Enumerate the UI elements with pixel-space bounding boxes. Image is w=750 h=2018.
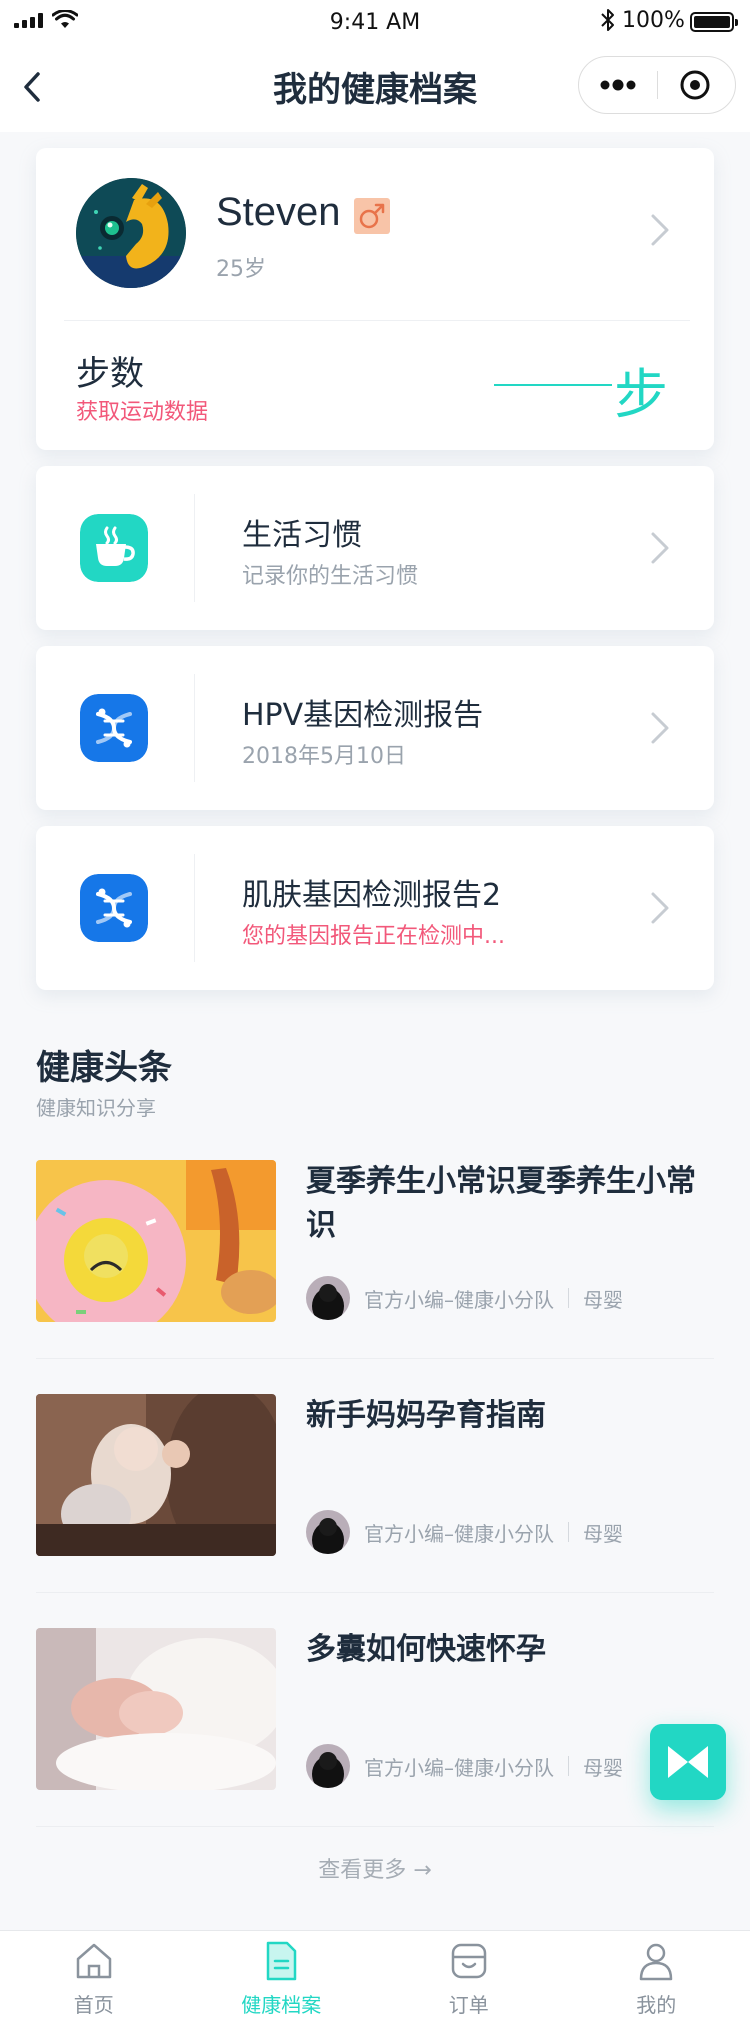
news-thumbnail xyxy=(36,1628,276,1790)
tab-label: 首页 xyxy=(73,1993,114,2017)
profile-card[interactable]: Steven 25岁 步数 获取运动数据 步 xyxy=(36,148,714,450)
news-title[interactable]: 夏季养生小常识夏季养生小常识 xyxy=(306,1160,706,1248)
record-card-hpv[interactable]: HPV基因检测报告 2018年5月10日 xyxy=(36,646,714,810)
capsule-divider xyxy=(657,71,658,99)
get-exercise-data-link[interactable]: 获取运动数据 xyxy=(76,394,208,426)
home-icon xyxy=(76,1943,111,1979)
record-card-skin[interactable]: 肌肤基因检测报告2 您的基因报告正在检测中... xyxy=(36,826,714,990)
meta-separator xyxy=(568,1756,569,1776)
person-icon xyxy=(640,1943,673,1981)
close-target-icon[interactable] xyxy=(659,57,735,113)
section-subtitle: 健康知识分享 xyxy=(36,1096,156,1120)
news-author: 官方小编–健康小分队 xyxy=(364,1521,554,1546)
see-more-link[interactable]: 查看更多 → xyxy=(0,1852,750,1884)
news-title[interactable]: 多囊如何快速怀孕 xyxy=(306,1628,706,1672)
steps-label: 步数 xyxy=(76,354,144,394)
record-subtitle: 2018年5月10日 xyxy=(242,744,406,769)
tab-label: 订单 xyxy=(448,1993,489,2017)
tab-profile[interactable]: 我的 xyxy=(563,1931,750,2018)
profile-age: 25岁 xyxy=(216,257,266,282)
news-item[interactable]: 夏季养生小常识夏季养生小常识 官方小编–健康小分队 母婴 xyxy=(36,1160,714,1394)
chevron-right-icon xyxy=(651,712,669,744)
news-meta: 官方小编–健康小分队 母婴 xyxy=(306,1510,623,1554)
divider xyxy=(36,1826,714,1827)
tab-health-records[interactable]: 健康档案 xyxy=(188,1931,376,2018)
steps-value-placeholder xyxy=(494,384,612,386)
divider xyxy=(64,320,690,321)
navigation-bar: 我的健康档案 xyxy=(0,44,750,132)
news-tag: 母婴 xyxy=(583,1287,623,1312)
dna-icon xyxy=(80,694,148,762)
customer-service-button[interactable] xyxy=(650,1724,726,1800)
status-bar: 9:41 AM 100% xyxy=(0,0,750,44)
tab-orders[interactable]: 订单 xyxy=(375,1931,563,2018)
gender-male-icon xyxy=(354,198,390,234)
document-icon xyxy=(267,1941,297,1981)
news-meta: 官方小编–健康小分队 母婴 xyxy=(306,1744,623,1788)
profile-name: Steven xyxy=(216,190,341,234)
news-author: 官方小编–健康小分队 xyxy=(364,1287,554,1312)
news-item[interactable]: 多囊如何快速怀孕 官方小编–健康小分队 母婴 xyxy=(36,1628,714,1862)
section-title: 健康头条 xyxy=(36,1048,172,1088)
order-icon xyxy=(451,1943,486,1979)
divider xyxy=(194,854,195,962)
record-status: 您的基因报告正在检测中... xyxy=(242,924,505,949)
more-dots-icon[interactable] xyxy=(579,57,657,113)
author-avatar xyxy=(306,1510,350,1554)
battery-percent: 100% xyxy=(622,8,685,33)
tab-label: 健康档案 xyxy=(241,1993,322,2017)
battery-icon xyxy=(690,12,738,32)
news-tag: 母婴 xyxy=(583,1521,623,1546)
chevron-right-icon xyxy=(651,892,669,924)
avatar[interactable] xyxy=(76,178,186,288)
news-meta: 官方小编–健康小分队 母婴 xyxy=(306,1276,623,1320)
tab-label: 我的 xyxy=(636,1993,677,2017)
news-thumbnail xyxy=(36,1394,276,1556)
news-thumbnail xyxy=(36,1160,276,1322)
record-title: 肌肤基因检测报告2 xyxy=(242,878,502,913)
record-card-lifestyle[interactable]: 生活习惯 记录你的生活习惯 xyxy=(36,466,714,630)
divider xyxy=(194,494,195,602)
mini-program-capsule xyxy=(578,56,736,114)
author-avatar xyxy=(306,1276,350,1320)
chevron-right-icon xyxy=(651,214,669,246)
news-item[interactable]: 新手妈妈孕育指南 官方小编–健康小分队 母婴 xyxy=(36,1394,714,1628)
divider xyxy=(36,1358,714,1359)
bluetooth-icon xyxy=(601,9,614,31)
dna-icon xyxy=(80,874,148,942)
news-author: 官方小编–健康小分队 xyxy=(364,1755,554,1780)
record-title: HPV基因检测报告 xyxy=(242,698,484,733)
tab-home[interactable]: 首页 xyxy=(0,1931,188,2018)
record-subtitle: 记录你的生活习惯 xyxy=(242,564,419,589)
divider xyxy=(36,1592,714,1593)
meta-separator xyxy=(568,1288,569,1308)
coffee-cup-icon xyxy=(80,514,148,582)
tab-bar: 首页 健康档案 订单 我的 xyxy=(0,1930,750,2018)
divider xyxy=(194,674,195,782)
record-title: 生活习惯 xyxy=(242,518,362,553)
chevron-right-icon xyxy=(651,532,669,564)
news-title[interactable]: 新手妈妈孕育指南 xyxy=(306,1394,706,1438)
author-avatar xyxy=(306,1744,350,1788)
meta-separator xyxy=(568,1522,569,1542)
news-tag: 母婴 xyxy=(583,1755,623,1780)
steps-unit: 步 xyxy=(614,363,668,426)
